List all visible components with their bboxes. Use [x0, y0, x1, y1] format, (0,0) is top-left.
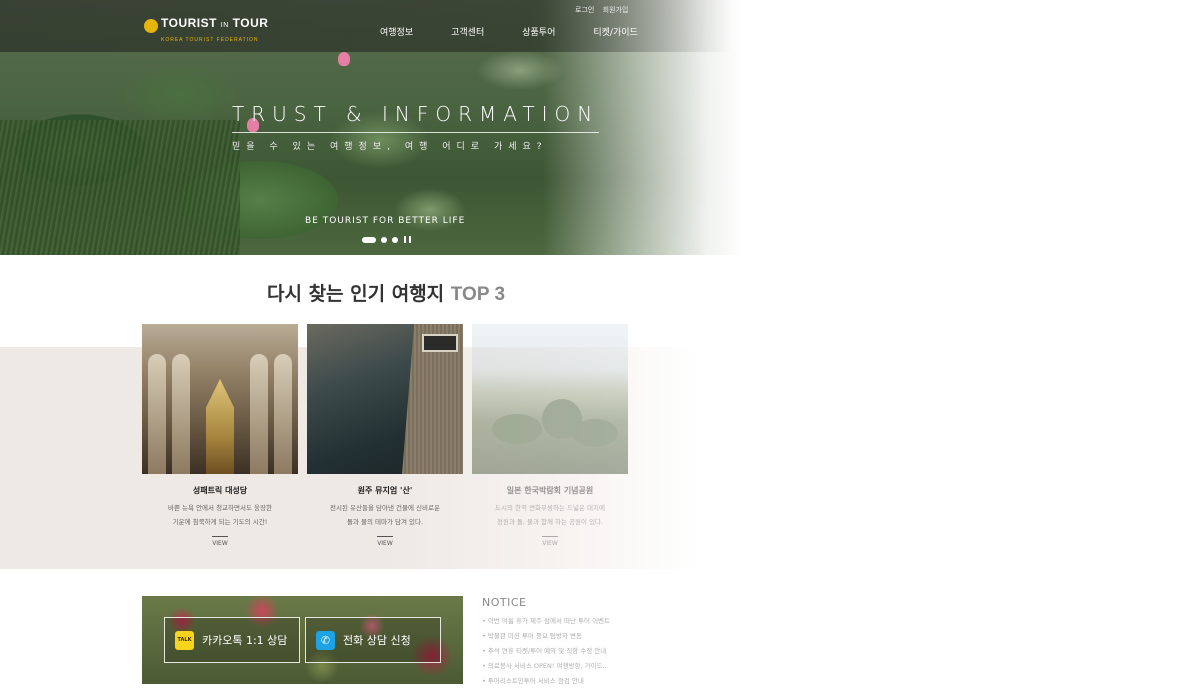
card-text: 성패트릭 대성당 바쁜 뉴욕 안에서 청교하면서도 웅장한 기운에 침묵하게 되…	[142, 474, 298, 549]
arch-decoration	[148, 354, 166, 474]
museum-water-image[interactable]	[307, 324, 463, 474]
notice-item[interactable]: 의료봉사 서비스 OPEN! 여행방항, 가이드...	[482, 659, 702, 674]
notice-item[interactable]: 박물관 미션 투어 중요 탐방자 변동	[482, 629, 702, 644]
hero-subtitle: 믿을 수 있는 여행정보, 여행 어디로 가세요?	[232, 142, 548, 152]
utility-links: 로그인 회원가입	[575, 5, 634, 15]
card-description: 전시된 유산들을 담아낸 건물에 신비로운 돌과 물의 테마가 담겨 있다.	[307, 501, 463, 529]
logo-main-text: TOURIST	[161, 16, 217, 30]
notice-item[interactable]: 이번 여름 휴가 제주 섬에서 떠난 투어 이벤트	[482, 614, 702, 629]
slide-dot-3[interactable]	[392, 236, 398, 243]
garden-image[interactable]	[472, 324, 628, 474]
logo-subtitle: KOREA TOURIST FEDERATION	[161, 37, 259, 43]
phone-consult-button[interactable]: ✆ 전화 상담 신청	[305, 617, 441, 663]
notice-title[interactable]: NOTICE	[482, 596, 702, 609]
login-link[interactable]: 로그인	[575, 6, 594, 14]
nav-item-product-tour[interactable]: 상품투어	[522, 25, 555, 38]
destination-card-1[interactable]: 성패트릭 대성당 바쁜 뉴욕 안에서 청교하면서도 웅장한 기운에 침묵하게 되…	[142, 324, 298, 549]
logo-text: TOURIST IN TOUR KOREA TOURIST FEDERATION	[161, 17, 268, 46]
kakao-consult-button[interactable]: TALK 카카오톡 1:1 상담	[164, 617, 300, 663]
destination-card-2[interactable]: 원주 뮤지엄 '산' 전시된 유산들을 담아낸 건물에 신비로운 돌과 물의 테…	[307, 324, 463, 549]
signup-link[interactable]: 회원가입	[603, 6, 629, 14]
hero-banner: TOURIST IN TOUR KOREA TOURIST FEDERATION…	[0, 0, 1180, 255]
hero-title: TRUST & INFORMATION	[232, 102, 600, 133]
slide-dot-1[interactable]	[362, 236, 376, 243]
nav-item-customer-center[interactable]: 고객센터	[451, 25, 484, 38]
notice-item[interactable]: 투어리스트인투어 서비스 점검 안내	[482, 674, 702, 689]
wall-opening-decoration	[422, 334, 458, 352]
phone-icon: ✆	[316, 630, 335, 650]
cathedral-image[interactable]	[142, 324, 298, 474]
card-title: 원주 뮤지엄 '산'	[357, 486, 413, 495]
site-logo[interactable]: TOURIST IN TOUR KOREA TOURIST FEDERATION	[144, 17, 268, 46]
card-desc-line-2: 돌과 물의 테마가 담겨 있다.	[346, 518, 424, 526]
kakao-consult-label: 카카오톡 1:1 상담	[202, 634, 288, 647]
logo-end-text: TOUR	[232, 16, 269, 30]
section-title-text: 다시 찾는 인기 여행지	[267, 283, 445, 305]
card-description: 도시의 한적 변화무쌍하는 드넓은 대지에 정원과 돌, 물과 함께 하는 공원…	[472, 501, 628, 529]
notice-list: 이번 여름 휴가 제주 섬에서 떠난 투어 이벤트 박물관 미션 투어 중요 탐…	[482, 614, 702, 689]
view-button[interactable]: VIEW	[542, 536, 558, 547]
page: TOURIST IN TOUR KOREA TOURIST FEDERATION…	[0, 0, 1180, 700]
nav-item-ticket-guide[interactable]: 티켓/가이드	[593, 25, 637, 38]
arch-decoration	[172, 354, 190, 474]
arch-decoration	[250, 354, 268, 474]
slide-dot-2[interactable]	[381, 236, 387, 243]
nav-item-travel-info[interactable]: 여행정보	[380, 25, 413, 38]
main-nav: 여행정보 고객센터 상품투어 티켓/가이드	[380, 25, 676, 38]
pause-icon[interactable]	[404, 236, 411, 243]
logo-sun-icon	[144, 19, 158, 33]
arch-decoration	[274, 354, 292, 474]
slider-pagination	[362, 236, 411, 243]
section-title-highlight: TOP 3	[450, 284, 506, 305]
card-desc-line-1: 도시의 한적 변화무쌍하는 드넓은 대지에	[495, 504, 605, 512]
tree-decoration	[572, 419, 618, 447]
logo-mid-text: IN	[220, 22, 229, 29]
phone-consult-label: 전화 상담 신청	[343, 634, 411, 647]
consultation-banner: TALK 카카오톡 1:1 상담 ✆ 전화 상담 신청	[142, 596, 463, 684]
notice-item[interactable]: 추석 연휴 티켓/투어 예약 및 직항 수정 안내	[482, 644, 702, 659]
card-desc-line-2: 정원과 돌, 물과 함께 하는 공원이 있다.	[496, 518, 604, 526]
view-button[interactable]: VIEW	[212, 536, 228, 547]
hero-tagline: BE TOURIST FOR BETTER LIFE	[305, 216, 466, 226]
altar-decoration	[206, 379, 234, 474]
notice-panel: NOTICE 이번 여름 휴가 제주 섬에서 떠난 투어 이벤트 박물관 미션 …	[482, 596, 702, 689]
kakao-talk-icon: TALK	[175, 630, 194, 650]
card-desc-line-1: 전시된 유산들을 담아낸 건물에 신비로운	[330, 504, 440, 512]
card-desc-line-2: 기운에 침묵하게 되는 기도의 시간!	[172, 518, 268, 526]
section-title-top3: 다시 찾는 인기 여행지 TOP 3	[267, 279, 505, 306]
card-text: 일본 한국박람회 기념공원 도시의 한적 변화무쌍하는 드넓은 대지에 정원과 …	[472, 474, 628, 549]
card-text: 원주 뮤지엄 '산' 전시된 유산들을 담아낸 건물에 신비로운 돌과 물의 테…	[307, 474, 463, 549]
destination-card-3[interactable]: 일본 한국박람회 기념공원 도시의 한적 변화무쌍하는 드넓은 대지에 정원과 …	[472, 324, 628, 549]
card-title: 일본 한국박람회 기념공원	[506, 486, 594, 495]
view-button[interactable]: VIEW	[377, 536, 393, 547]
top-navigation-bar: TOURIST IN TOUR KOREA TOURIST FEDERATION…	[0, 0, 1180, 52]
card-title: 성패트릭 대성당	[192, 486, 248, 495]
card-description: 바쁜 뉴욕 안에서 청교하면서도 웅장한 기운에 침묵하게 되는 기도의 시간!	[142, 501, 298, 529]
tree-decoration	[492, 414, 542, 444]
card-desc-line-1: 바쁜 뉴욕 안에서 청교하면서도 웅장한	[168, 504, 272, 512]
